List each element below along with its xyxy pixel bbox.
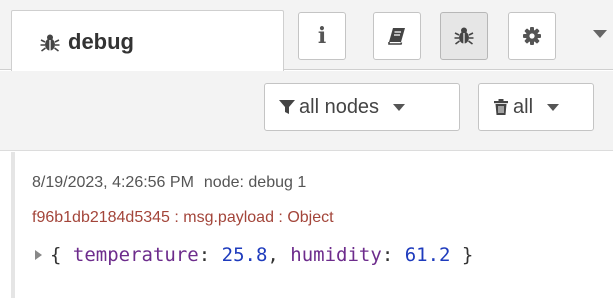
chevron-down-icon: [393, 103, 406, 111]
message-payload[interactable]: { temperature : 25.8 , humidity : 61.2 }: [35, 244, 473, 266]
chevron-down-icon: [547, 103, 560, 111]
filter-nodes-dropdown[interactable]: all nodes: [264, 83, 460, 131]
config-tab-button[interactable]: [508, 12, 556, 60]
message-meta: 8/19/2023, 4:26:56 PM node: debug 1: [32, 174, 306, 192]
gear-icon: [523, 27, 541, 45]
expand-caret-icon[interactable]: [35, 250, 42, 260]
debug-toolbar: all nodes all: [0, 71, 613, 151]
payload-separator: :: [381, 244, 405, 266]
debug-message: 8/19/2023, 4:26:56 PM node: debug 1 f96b1…: [11, 152, 613, 298]
payload-value: 61.2: [404, 244, 451, 266]
tab-debug-label: debug: [68, 29, 134, 54]
help-tab-button[interactable]: [373, 12, 421, 60]
book-icon: [388, 28, 405, 45]
info-icon: i: [317, 23, 327, 49]
payload-key: humidity: [290, 244, 382, 266]
clear-messages-label: all: [513, 95, 534, 118]
payload-separator: :: [198, 244, 222, 266]
info-tab-button[interactable]: i: [298, 12, 346, 60]
trash-icon: [494, 99, 508, 115]
clear-messages-dropdown[interactable]: all: [478, 83, 594, 131]
payload-key: temperature: [72, 244, 199, 266]
message-node-link[interactable]: node: debug 1: [204, 174, 306, 191]
chevron-down-icon[interactable]: [593, 30, 607, 38]
bug-icon: [454, 27, 474, 45]
message-timestamp: 8/19/2023, 4:26:56 PM: [32, 174, 194, 191]
payload-open-brace: {: [50, 244, 62, 266]
sidebar-tab-bar: debug i: [0, 0, 613, 72]
debug-tab-button[interactable]: [440, 12, 488, 60]
payload-comma: ,: [267, 244, 291, 266]
payload-close-brace: }: [450, 244, 474, 266]
filter-nodes-label: all nodes: [299, 95, 380, 118]
filter-icon: [279, 100, 295, 114]
bug-icon: [40, 34, 60, 52]
debug-message-list: 8/19/2023, 4:26:56 PM node: debug 1 f96b1…: [0, 152, 613, 298]
payload-value: 25.8: [221, 244, 268, 266]
message-topic: f96b1db2184d5345 : msg.payload : Object: [32, 209, 334, 226]
tab-debug[interactable]: debug: [11, 10, 284, 72]
